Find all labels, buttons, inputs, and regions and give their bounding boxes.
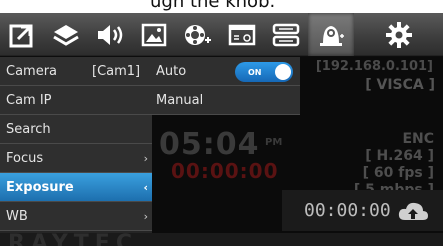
- protocol-label: [ VISCA ]: [365, 77, 435, 93]
- menu-item-label: WB: [6, 208, 28, 224]
- menu-item-label: Exposure: [6, 179, 74, 195]
- image-icon[interactable]: [132, 13, 176, 56]
- clock-suffix: PM: [265, 137, 283, 148]
- camera-user-icon[interactable]: [308, 13, 354, 56]
- camera-control-screen: [192.168.0.101] [ VISCA ] ENC [ H.264 ] …: [0, 13, 443, 246]
- chevron-right-icon: ›: [143, 151, 148, 165]
- clock: 05:04: [159, 127, 260, 162]
- chevron-left-icon: ‹: [143, 180, 148, 194]
- menu-item-label: Focus: [6, 150, 44, 166]
- external-arrow-icon[interactable]: [0, 13, 44, 56]
- menu-item-focus[interactable]: Focus ›: [0, 144, 152, 173]
- menu-item-exposure[interactable]: Exposure ‹: [0, 173, 152, 202]
- menu-item-camera[interactable]: Camera [Cam1]: [0, 57, 152, 86]
- settings-menu: Camera [Cam1] Cam IP Search Focus › Expo…: [0, 57, 152, 233]
- auto-exposure-toggle[interactable]: ON: [235, 62, 293, 82]
- encoder-codec: [ H.264 ]: [365, 148, 434, 164]
- menu-item-label: Search: [6, 121, 51, 137]
- menu-item-search[interactable]: Search: [0, 115, 152, 144]
- submenu-item-label: Manual: [156, 92, 204, 108]
- gear-icon[interactable]: [354, 13, 443, 56]
- camera-settings-icon[interactable]: [176, 13, 220, 56]
- network-icon[interactable]: [264, 13, 308, 56]
- caption-strip: ugh the knob.: [0, 0, 443, 13]
- submenu-item-label: Auto: [156, 63, 187, 79]
- ip-address: [192.168.0.101]: [315, 59, 433, 74]
- chevron-right-icon: ›: [143, 209, 148, 223]
- menu-item-cam-ip[interactable]: Cam IP: [0, 86, 152, 115]
- record-timer: 00:00:00: [171, 159, 279, 183]
- encoder-fps: [ 60 fps ]: [362, 165, 434, 181]
- toggle-knob: [275, 64, 291, 80]
- speaker-icon[interactable]: [88, 13, 132, 56]
- camera-value: [Cam1]: [92, 63, 141, 79]
- top-toolbar: [0, 13, 443, 56]
- layers-icon[interactable]: [44, 13, 88, 56]
- record-time: 00:00:00: [304, 200, 391, 221]
- encoder-info: ENC [ H.264 ] [ 60 fps ] [ 5 mbps ]: [354, 131, 434, 199]
- menu-item-label: Cam IP: [6, 92, 52, 108]
- brand-logo: RAYTEC: [8, 233, 138, 246]
- encoder-title: ENC: [402, 131, 434, 147]
- cloud-upload-icon[interactable]: [397, 200, 429, 226]
- toggle-label: ON: [248, 67, 262, 77]
- brand-bar: RAYTEC: [0, 233, 443, 246]
- menu-item-wb[interactable]: WB ›: [0, 202, 152, 231]
- display-settings-icon[interactable]: [220, 13, 264, 56]
- submenu-item-manual[interactable]: Manual: [152, 86, 300, 115]
- caption-text: ugh the knob.: [150, 0, 276, 12]
- menu-item-label: Camera: [6, 63, 58, 79]
